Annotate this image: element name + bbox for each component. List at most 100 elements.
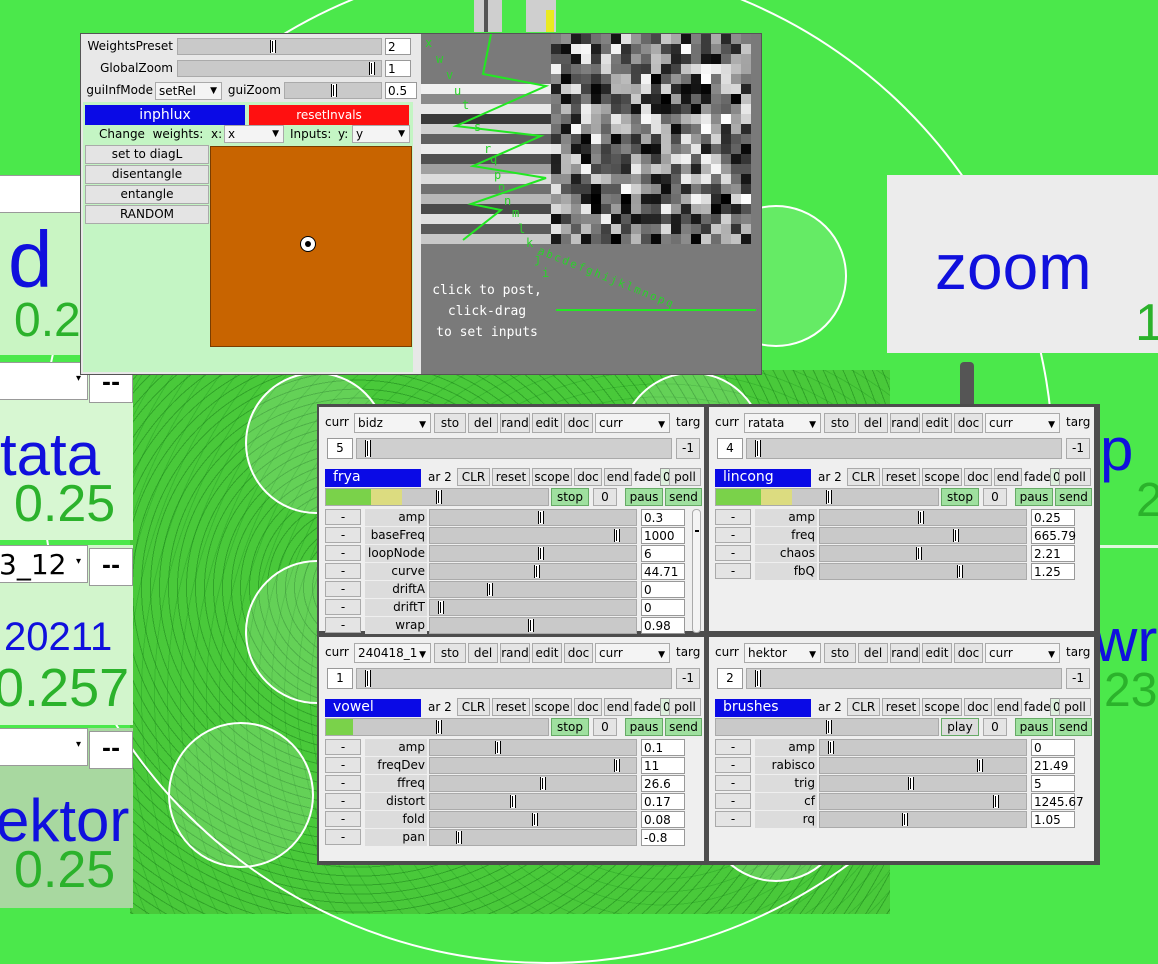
param-minus-button[interactable]: - bbox=[325, 793, 361, 809]
param-minus-button[interactable]: - bbox=[325, 545, 361, 561]
set-to-diagl-button[interactable]: set to diagL bbox=[85, 145, 209, 164]
random-button[interactable]: rand bbox=[890, 413, 920, 433]
param-value[interactable]: 0.25 bbox=[1031, 509, 1075, 526]
slider-knob[interactable] bbox=[957, 565, 964, 578]
param-minus-button[interactable]: - bbox=[325, 617, 361, 633]
param-minus-button[interactable]: - bbox=[325, 757, 361, 773]
minus-one-button[interactable]: -1 bbox=[676, 668, 700, 689]
stop-button[interactable]: stop bbox=[551, 488, 589, 506]
slider-knob[interactable] bbox=[918, 511, 925, 524]
slider-knob[interactable] bbox=[365, 440, 371, 457]
param-slider[interactable] bbox=[429, 793, 637, 810]
param-slider[interactable] bbox=[429, 829, 637, 846]
slider-knob[interactable] bbox=[908, 777, 915, 790]
pause-button[interactable]: paus bbox=[625, 718, 663, 736]
curr-select[interactable]: curr ▼ bbox=[985, 413, 1060, 433]
param-slider[interactable] bbox=[429, 739, 637, 756]
matrix-view[interactable]: xwvutsrqponmlkji abcdefghijklmnopq click… bbox=[421, 34, 761, 374]
left-node-hektor[interactable]: ▾ -- ektor 0.25 bbox=[0, 728, 133, 908]
preset-count[interactable]: 2 bbox=[717, 668, 743, 689]
curr-select[interactable]: curr ▼ bbox=[985, 643, 1060, 663]
stop-button[interactable]: stop bbox=[551, 718, 589, 736]
param-value[interactable]: 1245.67 bbox=[1031, 793, 1084, 810]
param-minus-button[interactable]: - bbox=[715, 757, 751, 773]
reset-invals-button[interactable]: resetInvals bbox=[249, 105, 409, 125]
weights-preset-value[interactable]: 2 bbox=[385, 38, 411, 55]
delete-button[interactable]: del bbox=[858, 643, 888, 663]
param-minus-button[interactable]: - bbox=[325, 739, 361, 755]
param-scrollbar[interactable] bbox=[692, 509, 701, 633]
scope-button[interactable]: scope bbox=[532, 468, 572, 486]
param-value[interactable]: 26.6 bbox=[641, 775, 685, 792]
param-value[interactable]: 0.08 bbox=[641, 811, 685, 828]
preset-select[interactable]: hektor ▼ bbox=[744, 643, 821, 663]
param-value[interactable]: 44.71 bbox=[641, 563, 685, 580]
edit-button[interactable]: edit bbox=[922, 643, 952, 663]
slider-knob[interactable] bbox=[826, 490, 833, 504]
param-minus-button[interactable]: - bbox=[715, 509, 751, 525]
node-dropdown[interactable]: ▾ bbox=[0, 728, 88, 766]
slider-knob[interactable] bbox=[916, 547, 923, 560]
edit-button[interactable]: edit bbox=[532, 643, 562, 663]
slider-knob[interactable] bbox=[528, 619, 535, 632]
preset-count[interactable]: 1 bbox=[327, 668, 353, 689]
param-value[interactable]: 0.1 bbox=[641, 739, 685, 756]
send-button[interactable]: send bbox=[665, 718, 702, 736]
poll-button[interactable]: poll bbox=[1059, 698, 1091, 716]
param-slider[interactable] bbox=[819, 811, 1027, 828]
preset-select[interactable]: 240418_1 ▼ bbox=[354, 643, 431, 663]
synth-name-tag[interactable]: vowel bbox=[325, 699, 421, 717]
send-button[interactable]: send bbox=[665, 488, 702, 506]
reset-button[interactable]: reset bbox=[882, 468, 920, 486]
param-slider[interactable] bbox=[429, 811, 637, 828]
slider-knob[interactable] bbox=[486, 583, 493, 596]
node-dropdown[interactable]: ▾ bbox=[0, 362, 88, 400]
slider-knob[interactable] bbox=[976, 759, 983, 772]
store-button[interactable]: sto bbox=[434, 413, 466, 433]
slider-knob[interactable] bbox=[537, 547, 544, 560]
param-value[interactable]: 0 bbox=[641, 599, 685, 616]
param-slider[interactable] bbox=[819, 563, 1027, 580]
global-zoom-value[interactable]: 1 bbox=[385, 60, 411, 77]
xy-pad-handle[interactable] bbox=[300, 236, 316, 252]
param-minus-button[interactable]: - bbox=[715, 545, 751, 561]
param-minus-button[interactable]: - bbox=[715, 739, 751, 755]
left-node-ratata[interactable]: ▾ -- tata 0.25 bbox=[0, 362, 133, 540]
param-minus-button[interactable]: - bbox=[715, 563, 751, 579]
scope-button[interactable]: scope bbox=[922, 698, 962, 716]
zero-button[interactable]: 0 bbox=[593, 488, 617, 506]
scrollbar-thumb[interactable] bbox=[695, 530, 699, 532]
param-minus-button[interactable]: - bbox=[325, 563, 361, 579]
random-button[interactable]: rand bbox=[500, 643, 530, 663]
doc-button[interactable]: doc bbox=[564, 413, 593, 433]
doc-button[interactable]: doc bbox=[964, 468, 992, 486]
disentangle-button[interactable]: disentangle bbox=[85, 165, 209, 184]
param-slider[interactable] bbox=[819, 739, 1027, 756]
slider-knob[interactable] bbox=[269, 40, 276, 53]
gui-zoom-slider[interactable] bbox=[284, 82, 382, 99]
slider-knob[interactable] bbox=[436, 720, 443, 734]
store-button[interactable]: sto bbox=[824, 643, 856, 663]
param-slider[interactable] bbox=[819, 527, 1027, 544]
param-slider[interactable] bbox=[429, 599, 637, 616]
zero-button[interactable]: 0 bbox=[983, 488, 1007, 506]
slider-knob[interactable] bbox=[902, 813, 909, 826]
slider-knob[interactable] bbox=[455, 831, 462, 844]
random-button[interactable]: rand bbox=[500, 413, 530, 433]
param-value[interactable]: 0 bbox=[1031, 739, 1075, 756]
doc-button[interactable]: doc bbox=[564, 643, 593, 663]
slider-knob[interactable] bbox=[614, 759, 621, 772]
doc-button[interactable]: doc bbox=[954, 413, 983, 433]
clr-button[interactable]: CLR bbox=[457, 468, 490, 486]
preset-slider[interactable] bbox=[356, 668, 672, 689]
random-button[interactable]: RANDOM bbox=[85, 205, 209, 224]
preset-select[interactable]: ratata ▼ bbox=[744, 413, 821, 433]
right-node-zoom[interactable]: zoom 1 bbox=[887, 175, 1158, 353]
slider-knob[interactable] bbox=[953, 529, 960, 542]
slider-knob[interactable] bbox=[531, 813, 538, 826]
preset-slider[interactable] bbox=[746, 438, 1062, 459]
pause-button[interactable]: paus bbox=[1015, 488, 1053, 506]
right-node-p[interactable]: p 2 bbox=[1100, 405, 1158, 535]
slider-knob[interactable] bbox=[510, 795, 517, 808]
stop-button[interactable]: play bbox=[941, 718, 979, 736]
